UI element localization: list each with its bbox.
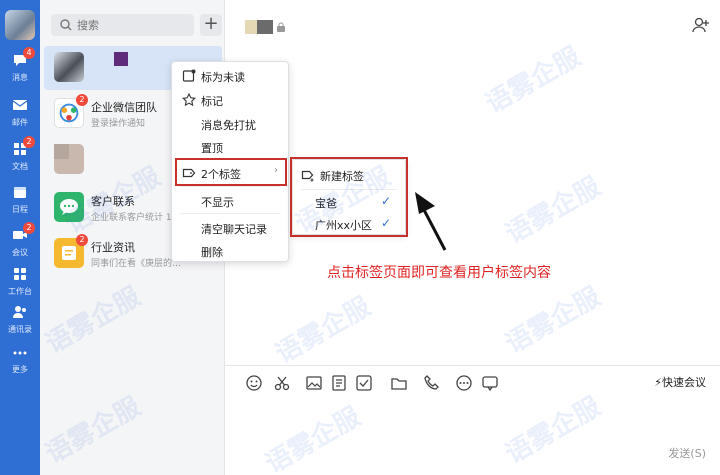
menu-item-label: 置顶 — [201, 142, 223, 155]
rail-badge: 2 — [23, 136, 35, 148]
blurred-name — [114, 52, 128, 66]
more-icon[interactable] — [455, 374, 473, 392]
highlight-box-tags — [175, 158, 287, 186]
conversation-preview: 同事们在看《庚层的… — [91, 259, 182, 269]
blurred-avatar — [54, 144, 69, 159]
menu-item-delete[interactable]: 删除 — [172, 240, 288, 262]
rail-item-meeting[interactable]: 2 会议 — [0, 222, 40, 263]
quote-icon[interactable] — [481, 374, 499, 392]
menu-item-mark[interactable]: 标记 — [172, 89, 288, 111]
menu-divider — [180, 213, 280, 214]
conversation-preview: 企业联系客户统计 1月 — [91, 213, 181, 223]
conversation-title: 行业资讯 — [91, 241, 135, 254]
menu-item-mute[interactable]: 消息免打扰 — [172, 113, 288, 135]
rail-item-messages[interactable]: 4 消息 — [0, 47, 40, 88]
rail-item-label: 通讯录 — [8, 325, 32, 334]
rail-item-label: 日程 — [12, 205, 28, 214]
menu-item-label: 删除 — [201, 246, 223, 259]
menu-item-hide[interactable]: 不显示 — [172, 190, 288, 212]
chat-area: ⚡快速会议 发送(S) — [225, 0, 720, 475]
star-icon — [182, 93, 196, 107]
menu-item-label: 消息免打扰 — [201, 119, 256, 132]
rail-badge: 2 — [23, 222, 35, 234]
emoji-icon[interactable] — [245, 374, 263, 392]
image-icon[interactable] — [305, 374, 323, 392]
phone-icon[interactable] — [423, 374, 441, 392]
rail-item-docs[interactable]: 2 文档 — [0, 136, 40, 177]
menu-item-label: 标记 — [201, 95, 223, 108]
rail-item-label: 更多 — [12, 365, 28, 374]
search-icon — [60, 19, 72, 31]
menu-item-mark-unread[interactable]: 标为未读 — [172, 65, 288, 87]
message-composer: ⚡快速会议 发送(S) — [225, 365, 720, 475]
rail-item-label: 消息 — [12, 73, 28, 82]
search-input[interactable] — [77, 17, 187, 33]
scissors-icon[interactable] — [273, 374, 291, 392]
search-box[interactable] — [51, 14, 194, 36]
rail-item-label: 邮件 — [12, 118, 28, 127]
rail-item-label: 工作台 — [8, 287, 32, 296]
todo-icon[interactable] — [355, 374, 373, 392]
add-member-icon[interactable] — [692, 16, 710, 34]
menu-item-label: 标为未读 — [201, 71, 245, 84]
annotation-text: 点击标签页面即可查看用户标签内容 — [327, 265, 551, 281]
rail-item-label: 文档 — [12, 162, 28, 171]
rail-item-mail[interactable]: 邮件 — [0, 93, 40, 133]
conversation-preview: 登录操作通知 — [91, 119, 146, 129]
conversation-title: 企业微信团队 — [91, 101, 157, 114]
contact-avatar — [54, 52, 84, 82]
menu-item-label: 不显示 — [201, 196, 234, 209]
mail-icon — [12, 100, 28, 110]
conversation-title: 客户联系 — [91, 195, 135, 208]
contact-avatar — [54, 192, 84, 222]
rail-item-contacts[interactable]: 通讯录 — [0, 300, 40, 340]
unread-badge: 2 — [76, 234, 88, 246]
callout-arrow-icon — [415, 192, 447, 251]
left-nav-rail: 4 消息 邮件 2 文档 日程 2 会议 工作台 通讯录 更多 — [0, 0, 40, 475]
add-button[interactable]: + — [200, 14, 222, 36]
rail-item-calendar[interactable]: 日程 — [0, 180, 40, 220]
lock-icon — [277, 22, 285, 32]
grid-icon — [14, 268, 26, 280]
menu-item-clear-history[interactable]: 清空聊天记录 — [172, 217, 288, 239]
more-dots-icon — [13, 351, 27, 355]
rail-item-label: 会议 — [12, 248, 28, 257]
chat-bubble-icon — [60, 199, 78, 215]
calendar-icon — [14, 187, 26, 198]
quick-meeting-button[interactable]: ⚡快速会议 — [654, 374, 706, 390]
menu-divider — [180, 186, 280, 187]
folder-icon[interactable] — [390, 374, 408, 392]
unread-badge: 2 — [76, 94, 88, 106]
note-icon[interactable] — [330, 374, 348, 392]
quick-meeting-label: 快速会议 — [662, 376, 706, 389]
contacts-icon — [13, 306, 26, 318]
chat-header-avatar — [245, 20, 257, 34]
highlight-box-submenu — [290, 157, 408, 237]
menu-item-label: 清空聊天记录 — [201, 223, 267, 236]
menu-item-pin[interactable]: 置顶 — [172, 136, 288, 158]
user-avatar[interactable] — [5, 10, 35, 40]
chat-header-avatar — [257, 20, 273, 34]
send-button[interactable]: 发送(S) — [668, 445, 706, 461]
rail-badge: 4 — [23, 47, 35, 59]
rail-item-workbench[interactable]: 工作台 — [0, 262, 40, 302]
rail-item-more[interactable]: 更多 — [0, 340, 40, 380]
unread-square-icon — [182, 69, 196, 82]
